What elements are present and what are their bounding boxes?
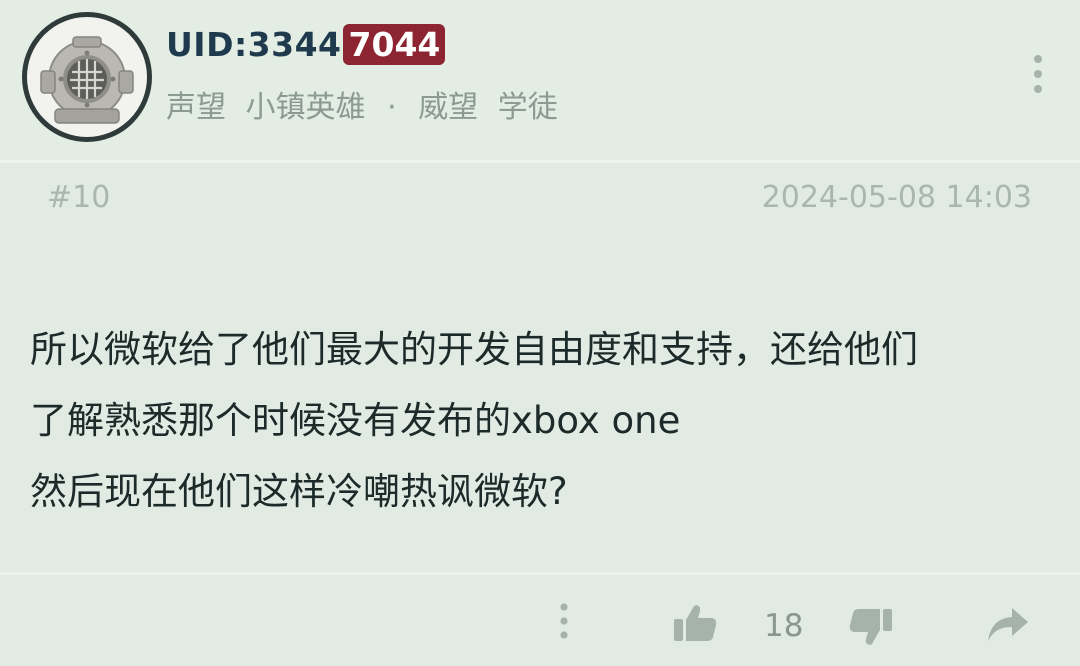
post-body: 所以微软给了他们最大的开发自由度和支持，还给他们 了解熟悉那个时候没有发布的xb… — [30, 314, 1060, 527]
user-header: UID:3344 7044 声望 小镇英雄 · 威望 学徒 — [0, 0, 1080, 160]
prestige-value: 学徒 — [497, 90, 558, 125]
avatar[interactable] — [22, 12, 152, 142]
uid-prefix: UID:3344 — [166, 24, 342, 64]
prestige-label: 威望 — [418, 90, 479, 125]
share-button[interactable] — [986, 605, 1030, 645]
rank-separator: · — [387, 90, 397, 125]
uid-highlight-badge: 7044 — [342, 23, 446, 65]
post-line: 所以微软给了他们最大的开发自由度和支持，还给他们 — [30, 328, 918, 371]
post-line: 然后现在他们这样冷嘲热讽微软? — [30, 470, 568, 513]
post-timestamp: 2024-05-08 14:03 — [761, 180, 1032, 215]
dislike-button[interactable] — [848, 607, 894, 647]
rank-value: 小镇英雄 — [245, 90, 366, 125]
user-uid[interactable]: UID:3344 7044 — [166, 20, 446, 68]
rank-label: 声望 — [166, 90, 226, 125]
user-rank-line: 声望 小镇英雄 · 威望 学徒 — [166, 82, 558, 126]
share-icon — [988, 608, 1028, 641]
post-line: 了解熟悉那个时候没有发布的xbox one — [30, 399, 681, 442]
thumbs-down-icon — [849, 609, 892, 645]
post-floor-number: #10 — [47, 180, 111, 215]
like-button[interactable] — [672, 603, 718, 643]
more-vertical-icon — [560, 603, 568, 639]
post-card: UID:3344 7044 声望 小镇英雄 · 威望 学徒 #10 2024-0… — [0, 0, 1080, 666]
header-divider — [0, 160, 1080, 163]
thumbs-up-icon — [674, 605, 717, 641]
post-action-bar: 18 — [0, 575, 1080, 666]
more-vertical-icon — [1034, 55, 1042, 93]
diving-helmet-icon — [40, 36, 134, 124]
post-more-button[interactable] — [552, 599, 576, 643]
more-options-button[interactable] — [1022, 52, 1054, 96]
like-count: 18 — [764, 608, 804, 644]
